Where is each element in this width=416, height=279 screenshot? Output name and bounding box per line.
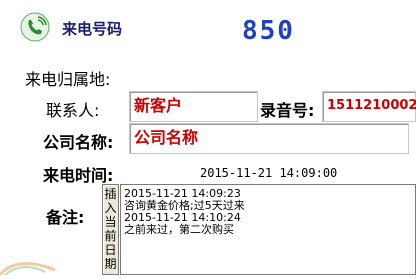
notes-textarea[interactable]: 2015-11-21 14:09:23 咨询黄金价格;过5天过来 2015-11… [120,184,416,275]
region-label: 来电归属地: [25,70,111,89]
decorative-swirl [0,258,60,277]
company-value: 公司名称 [134,128,199,147]
insert-current-date-button[interactable]: 插入当前日期 [102,184,119,275]
notes-line: 之前来过，第二次购买 [124,223,234,236]
call-time-label: 来电时间: [43,166,114,185]
company-label: 公司名称: [43,133,114,152]
recording-label: 录音号: [260,101,315,120]
caller-number-label: 来电号码 [62,20,123,38]
notes-label: 备注: [46,208,85,227]
recording-number-value: 1511210002 [327,98,416,113]
company-field[interactable]: 公司名称 [129,123,409,154]
contact-value: 新客户 [134,96,183,115]
contact-label: 联系人: [46,101,100,120]
contact-field[interactable]: 新客户 [129,91,258,122]
call-time-value: 2015-11-21 14:09:00 [200,166,338,180]
caller-header: 来电号码 850 [0,0,416,60]
recording-number-field[interactable]: 1511210002 [322,91,416,122]
phone-icon [20,12,50,42]
caller-number-value: 850 [242,16,295,46]
